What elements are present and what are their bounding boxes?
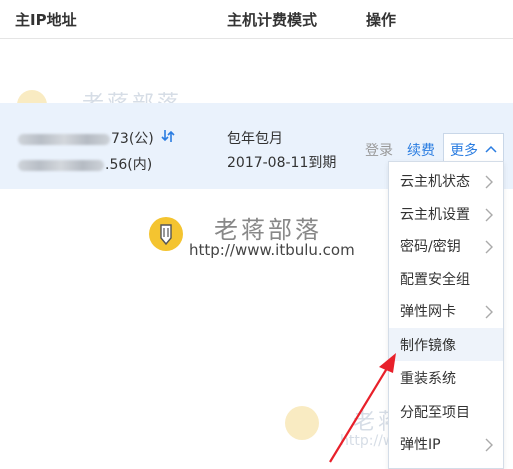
chevron-right-icon bbox=[485, 207, 493, 226]
menu-item-label: 重装系统 bbox=[400, 371, 456, 387]
menu-item-label: 制作镜像 bbox=[400, 338, 456, 354]
chevron-right-icon bbox=[485, 437, 493, 456]
billing-mode: 包年包月 bbox=[227, 131, 283, 147]
column-header-actions: 操作 bbox=[366, 11, 397, 29]
login-link[interactable]: 登录 bbox=[365, 140, 393, 160]
menu-item-reinstall-system[interactable]: 重装系统 bbox=[389, 361, 503, 394]
menu-item-assign-project[interactable]: 分配至项目 bbox=[389, 395, 503, 428]
more-button[interactable]: 更多 bbox=[443, 133, 504, 162]
menu-item-create-image[interactable]: 制作镜像 bbox=[389, 328, 503, 361]
renew-link[interactable]: 续费 bbox=[407, 140, 435, 160]
table-header: 主IP地址 主机计费模式 操作 bbox=[0, 0, 513, 39]
menu-item-label: 云主机设置 bbox=[400, 207, 470, 223]
chevron-right-icon bbox=[485, 239, 493, 258]
private-ip: .56(内) bbox=[18, 154, 152, 174]
chevron-up-icon bbox=[485, 142, 497, 158]
menu-item-instance-status[interactable]: 云主机状态 bbox=[389, 164, 503, 197]
public-ip-text: 73(公) bbox=[111, 131, 154, 147]
more-dropdown-menu: 云主机状态 云主机设置 密码/密钥 配置安全组 弹性网卡 制作镜像 重装系统 分… bbox=[388, 161, 504, 469]
refresh-icon[interactable] bbox=[160, 128, 176, 148]
menu-item-elastic-nic[interactable]: 弹性网卡 bbox=[389, 294, 503, 327]
menu-item-label: 配置安全组 bbox=[400, 272, 470, 288]
menu-item-label: 分配至项目 bbox=[400, 405, 470, 421]
expiry-date: 2017-08-11到期 bbox=[227, 155, 337, 171]
menu-item-instance-settings[interactable]: 云主机设置 bbox=[389, 197, 503, 230]
menu-item-password-key[interactable]: 密码/密钥 bbox=[389, 229, 503, 262]
watermark-name: 老蒋部落 bbox=[214, 216, 322, 244]
more-button-label: 更多 bbox=[450, 143, 478, 159]
watermark-url: http://www.itbulu.com bbox=[189, 241, 355, 259]
menu-item-security-group[interactable]: 配置安全组 bbox=[389, 262, 503, 295]
menu-item-label: 云主机状态 bbox=[400, 174, 470, 190]
watermark-logo bbox=[285, 406, 319, 440]
column-header-ip: 主IP地址 bbox=[15, 11, 77, 29]
public-ip: 73(公) bbox=[18, 128, 176, 148]
menu-item-label: 密码/密钥 bbox=[400, 239, 461, 255]
redacted-ip-mask bbox=[18, 159, 104, 171]
watermark-logo bbox=[148, 216, 184, 252]
chevron-right-icon bbox=[485, 304, 493, 323]
menu-item-label: 弹性IP bbox=[400, 437, 441, 453]
menu-item-label: 弹性网卡 bbox=[400, 304, 456, 320]
column-header-billing: 主机计费模式 bbox=[227, 11, 318, 29]
chevron-right-icon bbox=[485, 174, 493, 193]
redacted-ip-mask bbox=[18, 133, 110, 145]
menu-item-elastic-ip[interactable]: 弹性IP bbox=[389, 427, 503, 460]
private-ip-text: .56(内) bbox=[105, 157, 153, 173]
